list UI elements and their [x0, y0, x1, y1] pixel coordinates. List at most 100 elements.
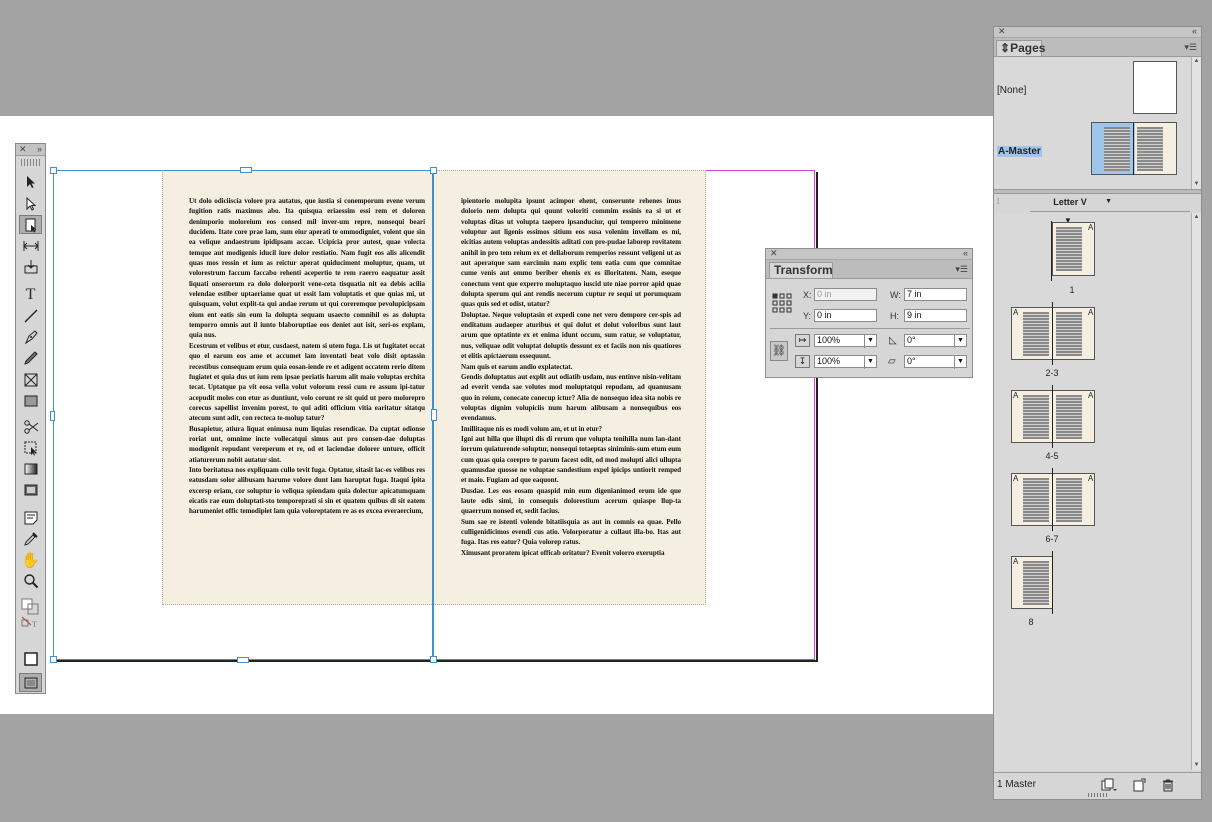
gap-tool-icon[interactable] [19, 236, 42, 255]
rotate-field[interactable]: 0° ▼ [904, 334, 967, 348]
page-thumb-6-7[interactable] [1011, 473, 1095, 526]
divider [770, 328, 970, 329]
zoom-tool-icon[interactable] [19, 571, 42, 590]
chevron-down-icon: ▼ [1105, 198, 1112, 205]
rectangle-tool-icon[interactable] [19, 391, 42, 410]
w-field[interactable]: 7 in [904, 288, 967, 301]
selection-tool-icon[interactable] [19, 172, 42, 191]
text-column-right[interactable]: ipientorio molupita ipsunt acimpor ehent… [461, 196, 681, 558]
master-none-thumb[interactable] [1133, 61, 1177, 114]
size-row-divider [1030, 211, 1190, 212]
pen-tool-icon[interactable] [19, 327, 42, 346]
h-field[interactable]: 9 in [904, 309, 967, 322]
panel-menu-icon[interactable]: ▾☰ [1184, 42, 1197, 53]
scale-x-icon: ↦ [795, 334, 810, 347]
rectangle-frame-tool-icon[interactable] [19, 370, 42, 389]
tab-pages-label: Pages [1010, 41, 1046, 55]
handle-left-mid[interactable] [50, 411, 55, 421]
content-collector-icon[interactable] [19, 257, 42, 276]
panel-grip[interactable] [21, 159, 40, 166]
handle-right-mid[interactable] [431, 409, 437, 421]
page-4-master-letter: A [1013, 391, 1019, 400]
handle-top-mid[interactable] [240, 167, 252, 173]
master-a-label[interactable]: A-Master [997, 146, 1042, 157]
paragraph: Nam quis et earum andio explatectat. [461, 362, 573, 371]
tab-transform[interactable]: Transform [769, 262, 833, 278]
delete-page-icon[interactable] [1161, 778, 1175, 792]
note-tool-icon[interactable] [19, 508, 42, 527]
handle-top-left[interactable] [50, 167, 57, 174]
scale-x-field[interactable]: 100% ▼ [814, 334, 877, 348]
handle-bottom-right[interactable] [430, 656, 437, 663]
collapse-icon[interactable]: » [37, 144, 42, 155]
paragraph: Gendis doluptatus aut explit aut odiatib… [461, 372, 681, 423]
selected-page-frame[interactable] [53, 170, 433, 660]
page-2-master-letter: A [1013, 308, 1019, 317]
scroll-down-icon[interactable]: ▼ [1192, 180, 1201, 189]
collapse-icon[interactable]: « [963, 249, 968, 259]
page-size-select[interactable]: Letter V ▼ [1028, 195, 1112, 209]
close-icon[interactable]: ✕ [998, 27, 1006, 37]
page-tool-icon[interactable] [19, 215, 42, 234]
scale-y-icon: ↧ [795, 355, 810, 368]
line-tool-icon[interactable] [19, 306, 42, 325]
eyedropper-tool-icon[interactable] [19, 529, 42, 548]
chevron-down-icon[interactable]: ▼ [864, 356, 876, 369]
scroll-down-icon[interactable]: ▼ [1192, 761, 1201, 770]
tab-pages[interactable]: ⇕Pages [996, 40, 1046, 56]
gradient-swatch-tool-icon[interactable] [19, 459, 42, 478]
shear-field[interactable]: 0° ▼ [904, 355, 967, 369]
formatting-container-icon[interactable] [19, 649, 42, 668]
masters-scrollbar[interactable]: ▲ ▼ [1191, 57, 1201, 189]
handle-top-right[interactable] [430, 167, 437, 174]
scroll-up-icon[interactable]: ▲ [1192, 213, 1201, 222]
reference-point-icon[interactable] [772, 293, 792, 313]
w-label: W: [890, 290, 901, 300]
page-label-8: 8 [1028, 617, 1034, 627]
tools-panel: ✕ » T ✋ T [15, 143, 46, 694]
edit-page-size-icon[interactable] [1101, 778, 1117, 791]
x-field[interactable]: 0 in [814, 288, 877, 301]
panel-resize-grip[interactable] [1088, 793, 1108, 797]
transform-panel-header[interactable]: ✕ « [766, 249, 972, 260]
free-transform-tool-icon[interactable] [19, 438, 42, 457]
handle-bottom-mid[interactable] [237, 657, 249, 663]
scissors-tool-icon[interactable] [19, 417, 42, 436]
hand-tool-icon[interactable]: ✋ [19, 550, 42, 569]
handle-bottom-left[interactable] [50, 656, 57, 663]
grip-icon[interactable]: ⁞ [997, 197, 999, 206]
section-divider[interactable] [994, 189, 1201, 194]
pages-tab-row: ⇕Pages ▾☰ [994, 38, 1201, 57]
scroll-up-icon[interactable]: ▲ [1192, 57, 1201, 66]
gradient-feather-tool-icon[interactable] [19, 480, 42, 499]
chevron-down-icon[interactable]: ▼ [864, 335, 876, 348]
type-tool-icon[interactable]: T [19, 285, 42, 304]
x-label: X: [803, 290, 812, 300]
collapse-icon[interactable]: « [1192, 27, 1197, 37]
direct-selection-tool-icon[interactable] [19, 194, 42, 213]
page-thumb-2-3[interactable] [1011, 307, 1095, 360]
paragraph: Dusdae. Les eos eosam quaspid min eum di… [461, 486, 681, 516]
page-thumb-4-5[interactable] [1011, 390, 1095, 443]
master-a-thumb[interactable] [1091, 122, 1177, 175]
fill-stroke-icon[interactable]: T [19, 596, 42, 632]
shear-icon: ▱ [888, 356, 896, 367]
chevron-down-icon[interactable]: ▼ [954, 335, 966, 348]
y-field[interactable]: 0 in [814, 309, 877, 322]
tools-panel-header[interactable]: ✕ » [16, 144, 45, 156]
close-icon[interactable]: ✕ [19, 144, 27, 155]
paragraph: Imillitaque nis es modi volum am, et ut … [461, 424, 603, 433]
chevron-down-icon[interactable]: ▼ [954, 356, 966, 369]
master-none-label[interactable]: [None] [997, 85, 1026, 96]
svg-text:T: T [32, 620, 37, 629]
close-icon[interactable]: ✕ [770, 249, 778, 259]
pencil-tool-icon[interactable] [19, 348, 42, 367]
normal-mode-icon[interactable] [19, 673, 42, 692]
constrain-link-icon[interactable]: ⛓ [770, 341, 788, 361]
pages-scrollbar[interactable]: ▲ ▼ [1191, 213, 1201, 770]
scale-y-field[interactable]: 100% ▼ [814, 355, 877, 369]
transform-tab-row: Transform ▾☰ [766, 260, 972, 279]
panel-menu-icon[interactable]: ▾☰ [955, 264, 968, 275]
new-page-icon[interactable] [1132, 778, 1146, 792]
pages-panel-header[interactable]: ✕ « [994, 27, 1201, 38]
